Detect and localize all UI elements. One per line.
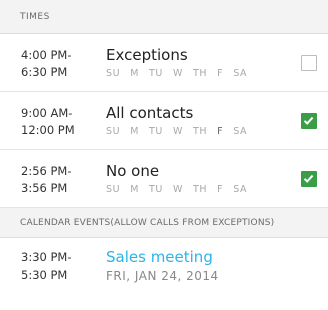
event-start-time: 3:30 PM- <box>21 250 72 264</box>
day-w: W <box>172 126 183 137</box>
times-section-header: TIMES <box>0 0 328 34</box>
day-f: F <box>217 184 224 195</box>
event-end-time: 5:30 PM <box>21 268 68 282</box>
day-w: W <box>172 68 183 79</box>
time-row-exceptions[interactable]: 4:00 PM- 6:30 PM Exceptions SU M TU W TH F SA <box>0 34 328 92</box>
rule-title: All contacts <box>106 104 194 122</box>
check-icon <box>303 174 314 183</box>
day-tu: TU <box>148 184 163 195</box>
time-row-no-one[interactable]: 2:56 PM- 3:56 PM No one SU M TU W TH F SA <box>0 150 328 208</box>
rule-title: No one <box>106 162 160 180</box>
check-icon <box>303 116 314 125</box>
start-time: 2:56 PM- <box>21 164 72 178</box>
event-date: FRI, JAN 24, 2014 <box>106 269 219 283</box>
day-sa: SA <box>233 126 248 137</box>
day-su: SU <box>106 184 121 195</box>
day-sa: SA <box>233 68 248 79</box>
day-f: F <box>217 68 224 79</box>
day-th: TH <box>192 68 208 79</box>
day-tu: TU <box>148 126 163 137</box>
exceptions-checkbox[interactable] <box>301 55 317 71</box>
day-m: M <box>130 184 139 195</box>
end-time: 3:56 PM <box>21 181 68 195</box>
calendar-events-section-header: CALENDAR EVENTS(ALLOW CALLS FROM EXCEPTI… <box>0 208 328 238</box>
end-time: 12:00 PM <box>21 123 75 137</box>
day-m: M <box>130 126 139 137</box>
day-su: SU <box>106 68 121 79</box>
day-f: F <box>217 126 224 137</box>
time-row-all-contacts[interactable]: 9:00 AM- 12:00 PM All contacts SU M TU W TH F… <box>0 92 328 150</box>
day-th: TH <box>192 184 208 195</box>
calendar-header-label: CALENDAR EVENTS(ALLOW CALLS FROM EXCEPTI… <box>20 218 275 228</box>
start-time: 4:00 PM- <box>21 48 72 62</box>
calendar-event-item[interactable]: 3:30 PM- 5:30 PM Sales meeting FRI, JAN … <box>0 238 328 310</box>
weekday-list: SU M TU W TH F SA <box>106 68 257 79</box>
times-header-label: TIMES <box>20 12 50 22</box>
weekday-list: SU M TU W TH F SA <box>106 184 257 195</box>
day-sa: SA <box>233 184 248 195</box>
end-time: 6:30 PM <box>21 65 68 79</box>
all-contacts-checkbox[interactable] <box>301 113 317 129</box>
day-w: W <box>172 184 183 195</box>
rule-title: Exceptions <box>106 46 188 64</box>
day-th: TH <box>192 126 208 137</box>
event-title[interactable]: Sales meeting <box>106 248 213 266</box>
day-m: M <box>130 68 139 79</box>
day-tu: TU <box>148 68 163 79</box>
start-time: 9:00 AM- <box>21 106 73 120</box>
weekday-list: SU M TU W TH F SA <box>106 126 257 137</box>
no-one-checkbox[interactable] <box>301 171 317 187</box>
day-su: SU <box>106 126 121 137</box>
